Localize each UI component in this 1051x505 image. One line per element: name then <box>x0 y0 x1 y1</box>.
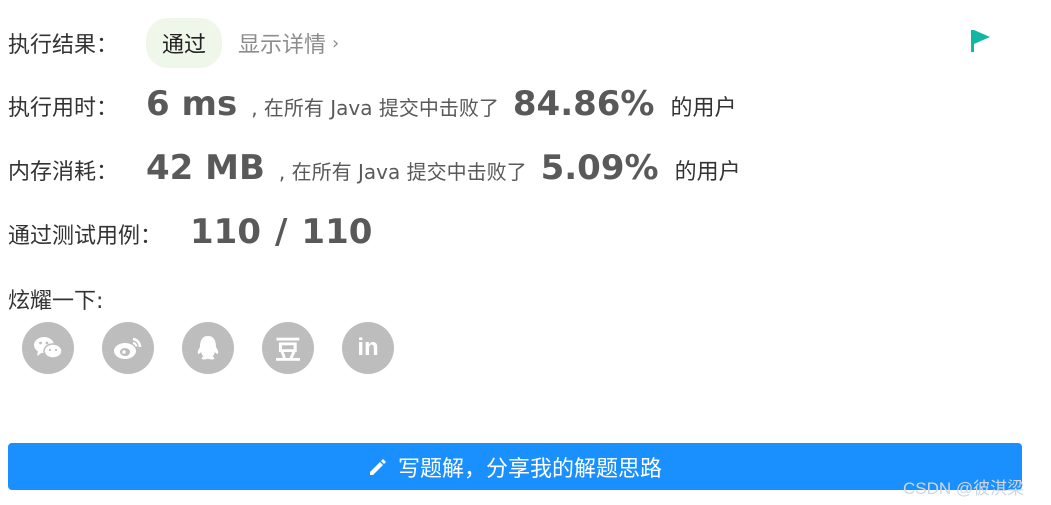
tests-separator: / <box>275 212 288 252</box>
douban-share-button[interactable]: 豆 <box>262 322 314 374</box>
tests-label: 通过测试用例： <box>8 224 163 249</box>
show-details-label: 显示详情 <box>238 33 327 58</box>
status-badge: 通过 <box>146 18 223 68</box>
linkedin-share-button[interactable]: in <box>342 322 394 374</box>
weibo-share-button[interactable] <box>102 322 154 374</box>
tests-total: 110 <box>301 212 373 252</box>
tests-passed: 110 <box>190 212 261 252</box>
douban-icon: 豆 <box>274 335 301 366</box>
runtime-value: 6 ms <box>146 84 238 124</box>
show-details-link[interactable]: 显示详情 › <box>238 27 339 59</box>
runtime-prefix: , 在所有 Java 提交中击败了 <box>251 96 499 120</box>
memory-suffix: 的用户 <box>674 160 741 185</box>
write-solution-label: 写题解，分享我的解题思路 <box>397 456 662 482</box>
wechat-share-button[interactable] <box>22 322 74 374</box>
flag-icon[interactable] <box>968 28 992 54</box>
wechat-icon <box>34 337 63 359</box>
runtime-percent: 84.86% <box>512 84 655 124</box>
watermark: CSDN @彼淇梁 <box>903 479 1025 498</box>
qq-icon <box>197 336 219 360</box>
write-solution-button[interactable]: 写题解，分享我的解题思路 <box>8 443 1022 490</box>
memory-percent: 5.09% <box>540 148 659 188</box>
memory-row: 内存消耗： 42 MB , 在所有 Java 提交中击败了 5.09% 的用户 <box>8 148 769 188</box>
share-row: 炫耀一下: <box>8 283 103 315</box>
runtime-suffix: 的用户 <box>670 96 737 121</box>
result-label: 执行结果： <box>8 33 119 58</box>
share-icons: 豆 in <box>22 322 422 374</box>
weibo-icon <box>114 337 142 359</box>
tests-row: 通过测试用例： 110 / 110 <box>8 212 372 252</box>
linkedin-icon: in <box>357 334 379 361</box>
pencil-icon <box>369 458 386 475</box>
chevron-right-icon: › <box>332 32 340 54</box>
runtime-label: 执行用时： <box>8 96 119 121</box>
memory-value: 42 MB <box>146 148 265 188</box>
qq-share-button[interactable] <box>182 322 234 374</box>
runtime-row: 执行用时： 6 ms , 在所有 Java 提交中击败了 84.86% 的用户 <box>8 84 765 124</box>
share-label: 炫耀一下: <box>8 289 104 314</box>
result-row: 执行结果： 通过 显示详情 › <box>8 18 339 68</box>
memory-prefix: , 在所有 Java 提交中击败了 <box>278 160 527 184</box>
memory-label: 内存消耗： <box>8 160 119 185</box>
